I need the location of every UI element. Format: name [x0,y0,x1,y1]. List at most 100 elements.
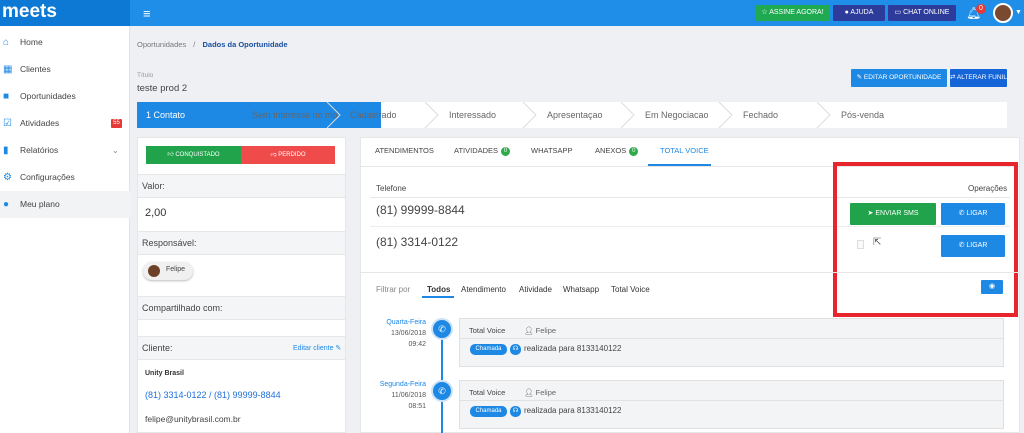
filter-todos[interactable]: Todos [427,285,450,294]
swap-icon: ⇄ [950,74,957,81]
phone-icon: ✆ [431,380,453,402]
star-icon: ☆ [761,9,770,16]
timeline-time: 08:51 [408,403,426,410]
tab-label: ATIVIDADES [454,146,499,155]
check-icon: ☑ [3,118,12,129]
client-name: Unity Brasil [145,370,184,377]
sidebar-item-oportunidades[interactable]: ■ Oportunidades [0,83,130,110]
breadcrumb-separator: / [193,40,196,49]
phone-icon: ✆ [431,318,453,340]
activities-badge: 55 [111,119,122,128]
timeline-user-name: Felipe [535,326,557,335]
sidebar-item-atividades[interactable]: ☑ Atividades 55 [0,110,130,137]
filter-total-voice[interactable]: Total Voice [611,285,650,294]
chevron-down-icon: ⌄ [112,146,119,155]
app-logo[interactable]: meets [0,0,130,26]
phone-column-header: Telefone [376,184,407,193]
timeline-description: realizada para 8133140122 [524,344,622,353]
breadcrumb-current: Dados da Oportunidade [202,40,288,49]
filter-whatsapp[interactable]: Whatsapp [563,285,599,294]
tab-whatsapp[interactable]: WHATSAPP [531,146,573,155]
top-bar: meets ≡ ☆ ASSINE AGORA! ● AJUDA ▭ CHAT O… [0,0,1024,26]
user-icon: 👤︎ [524,326,536,335]
timeline-card-divider [460,338,1004,339]
client-email: felipe@unitybrasil.com.br [145,414,241,424]
change-funnel-button[interactable]: ⇄ ALTERAR FUNIL [950,69,1007,87]
tab-atendimentos[interactable]: ATENDIMENTOS [375,146,434,155]
timeline-card-title: Total Voice [469,326,506,335]
chat-online-button[interactable]: ▭ CHAT ONLINE [888,5,956,21]
sidebar-item-meu-plano[interactable]: ● Meu plano [0,191,130,218]
briefcase-icon: ■ [3,91,10,102]
edit-client-link[interactable]: Editar cliente ✎ [293,344,341,352]
stage-separators [232,102,831,128]
sidebar-item-label: Configurações [20,172,75,182]
filter-atividade[interactable]: Atividade [519,285,552,294]
filter-divider [361,272,1019,273]
tab-total-voice[interactable]: TOTAL VOICE [660,146,709,155]
edit-opportunity-button[interactable]: ✎ EDITAR OPORTUNIDADE [851,69,947,87]
tab-anexos[interactable]: ANEXOS 0 [595,146,639,156]
chat-label: CHAT ONLINE [903,9,950,16]
eye-icon[interactable]: ◉ [981,280,1003,294]
tab-badge: 0 [501,146,511,156]
user-icon: ● [3,199,10,210]
timeline-date: 11/06/2018 [391,392,426,399]
value-amount: 2,00 [145,207,167,219]
home-icon: ⌂ [3,37,10,48]
help-button[interactable]: ● AJUDA [833,5,885,21]
responsible-chip[interactable]: Felipe [143,262,193,280]
tab-badge: 0 [629,146,639,156]
filter-atendimento[interactable]: Atendimento [461,285,506,294]
headset-icon: ☊ [510,344,521,355]
sign-up-button[interactable]: ☆ ASSINE AGORA! [755,5,830,21]
pipeline-stages: 1 Contato Sem Interesse no mo Cadastrado… [137,102,1007,128]
timeline-card: Total Voice 👤︎ Felipe Chamada ☊ realizad… [459,380,1004,429]
sidebar-item-label: Meu plano [20,199,60,209]
sidebar-item-home[interactable]: ⌂ Home [0,29,130,56]
sidebar-item-label: Clientes [20,64,51,74]
responsible-name: Felipe [166,266,186,273]
user-avatar[interactable] [993,3,1013,23]
sidebar-item-label: Relatórios [20,145,59,155]
responsible-avatar [148,265,160,277]
timeline-card: Total Voice 👤︎ Felipe Chamada ☊ realizad… [459,318,1004,367]
user-icon: 👤︎ [524,388,536,397]
timeline-weekday: Quarta-Feira [386,319,426,326]
timeline-card-divider [460,400,1004,401]
timeline-card-user: 👤︎ Felipe [524,388,556,397]
pencil-icon: ✎ [856,74,864,81]
tab-atividades[interactable]: ATIVIDADES 0 [454,146,511,156]
timeline-weekday: Segunda-Feira [379,381,426,388]
timeline-user-name: Felipe [535,388,557,397]
lost-button[interactable]: 👎︎ PERDIDO [241,146,335,164]
call-tag: Chamada [470,406,507,417]
timeline-description: realizada para 8133140122 [524,406,622,415]
sidebar: ⌂ Home ▦ Clientes ■ Oportunidades ☑ Atividad… [0,26,130,433]
sign-up-label: ASSINE AGORA! [769,9,824,16]
filter-label: Filtrar por [376,285,411,294]
sidebar-item-clientes[interactable]: ▦ Clientes [0,56,130,83]
shared-label: Compartilhado com: [142,303,223,313]
lost-label: PERDIDO [278,152,306,158]
breadcrumb: Oportunidades / Dados da Oportunidade [137,40,288,49]
timeline-card-title: Total Voice [469,388,506,397]
sidebar-item-label: Atividades [20,118,60,128]
caret-down-icon[interactable]: ▼ [1015,9,1022,16]
value-label: Valor: [142,181,165,191]
title-label: Título [137,72,154,79]
page-title: teste prod 2 [137,83,188,94]
sidebar-item-configuracoes[interactable]: ⚙ Configurações [0,164,130,191]
breadcrumb-parent[interactable]: Oportunidades [137,40,186,49]
won-button[interactable]: 👍︎ CONQUISTADO [146,146,241,164]
headset-icon: ☊ [510,406,521,417]
sidebar-item-label: Oportunidades [20,91,76,101]
building-icon: ▦ [3,64,13,75]
bar-chart-icon: ▮ [3,145,9,156]
phone-number-2: (81) 3314-0122 [376,235,459,249]
menu-toggle-icon[interactable]: ≡ [143,6,151,21]
sidebar-item-relatorios[interactable]: ▮ Relatórios ⌄ [0,137,130,164]
call-tag: Chamada [470,344,507,355]
client-phones[interactable]: (81) 3314-0122 / (81) 99999-8844 [145,390,281,400]
help-label: AJUDA [850,9,874,16]
